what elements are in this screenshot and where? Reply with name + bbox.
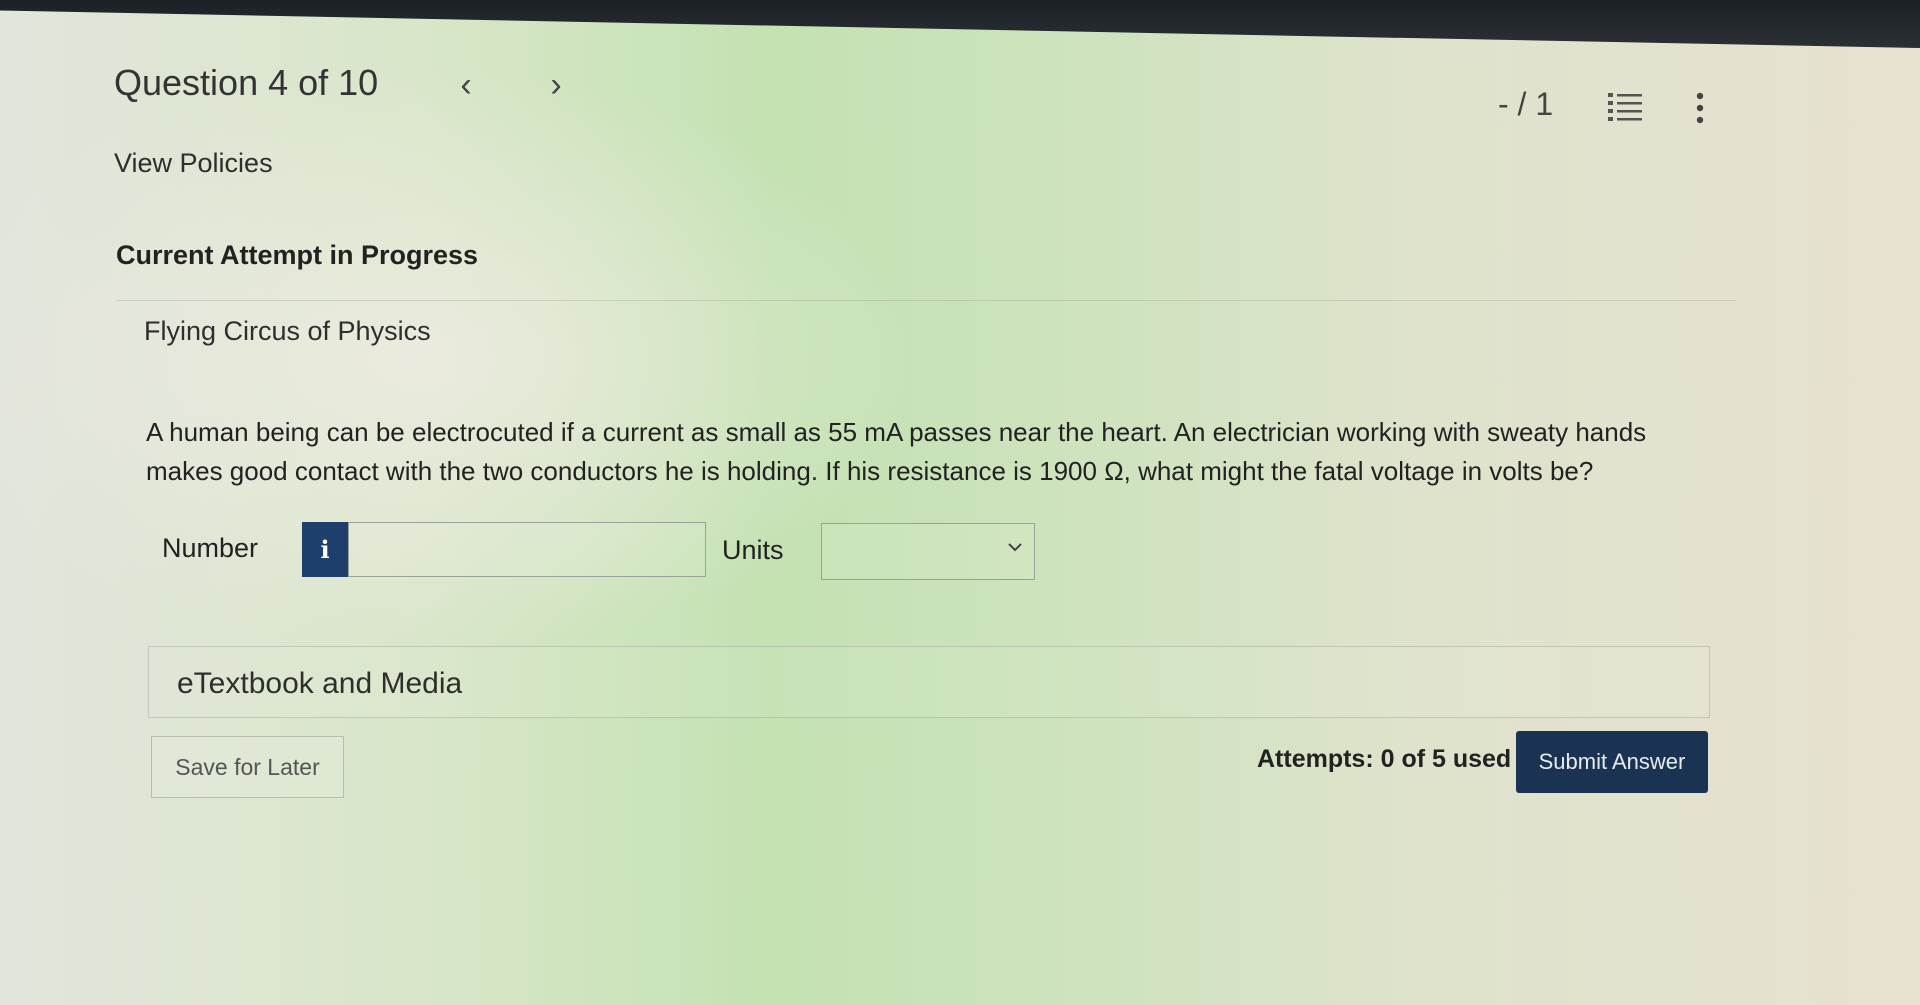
previous-question-button[interactable]: ‹ (451, 66, 481, 105)
chevron-right-icon: › (550, 66, 562, 104)
save-for-later-button[interactable]: Save for Later (151, 736, 344, 798)
etextbook-label: eTextbook and Media (177, 667, 463, 700)
attempts-counter: Attempts: 0 of 5 used (1257, 745, 1512, 773)
info-icon: i (320, 535, 330, 564)
next-question-button[interactable]: › (541, 66, 571, 105)
info-button[interactable]: i (302, 522, 348, 577)
question-list-button[interactable] (1608, 92, 1642, 122)
number-input[interactable] (348, 522, 706, 577)
question-text: A human being can be electrocuted if a c… (146, 417, 1647, 486)
view-policies-link[interactable]: View Policies (114, 148, 273, 179)
submit-answer-button[interactable]: Submit Answer (1516, 731, 1708, 793)
chevron-down-icon (1008, 543, 1022, 552)
score-display: - / 1 (1498, 86, 1554, 122)
chevron-left-icon: ‹ (460, 66, 472, 104)
more-options-button[interactable] (1690, 92, 1710, 124)
number-label: Number (162, 533, 259, 563)
units-label: Units (722, 535, 784, 565)
question-counter: Question 4 of 10 (114, 62, 379, 103)
top-dark-bar (0, 0, 1920, 48)
section-divider (116, 300, 1736, 301)
question-source: Flying Circus of Physics (144, 316, 431, 346)
list-icon (1608, 93, 1642, 121)
etextbook-and-media-section[interactable]: eTextbook and Media (148, 646, 1710, 718)
attempt-heading: Current Attempt in Progress (116, 240, 479, 270)
more-vertical-icon (1696, 92, 1704, 124)
units-dropdown[interactable] (821, 523, 1035, 580)
